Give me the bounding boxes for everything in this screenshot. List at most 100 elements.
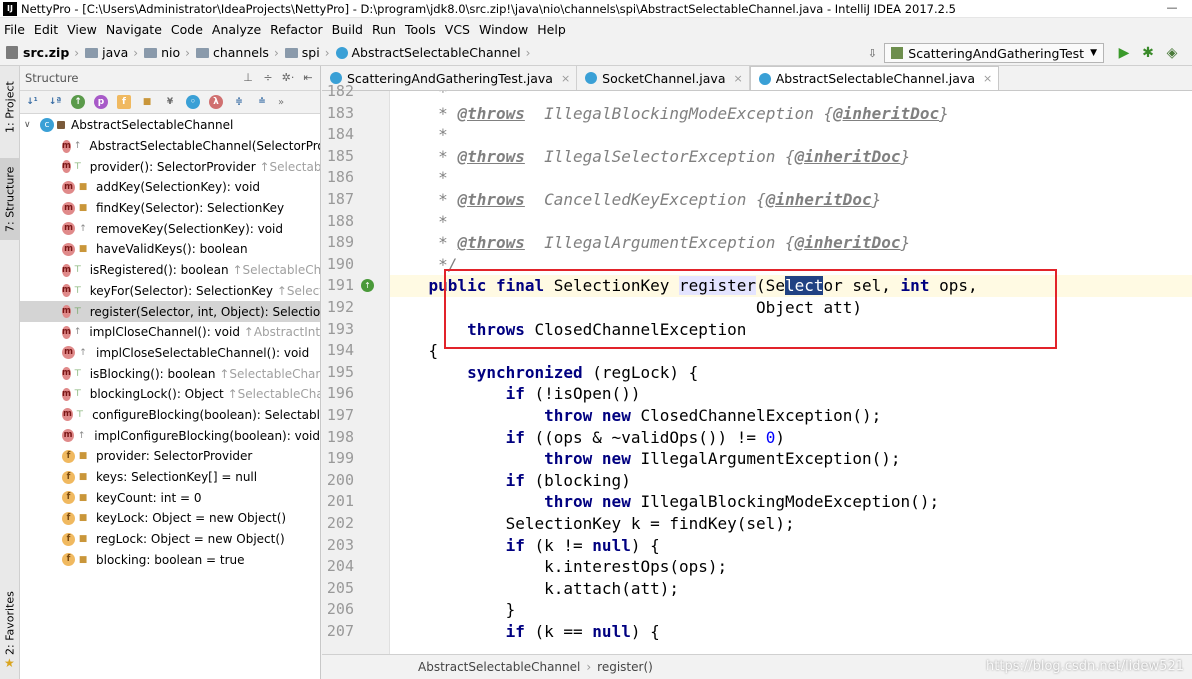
menu-run[interactable]: Run [372, 22, 396, 37]
tree-method-item[interactable]: m⊤ keyFor(Selector): SelectionKey ↑Select… [20, 281, 320, 302]
status-class-crumb[interactable]: AbstractSelectableChannel [418, 660, 580, 674]
editor-tab[interactable]: AbstractSelectableChannel.java × [749, 66, 1000, 90]
menu-window[interactable]: Window [479, 22, 528, 37]
gear-icon[interactable]: ✲· [280, 71, 296, 85]
menu-code[interactable]: Code [171, 22, 203, 37]
code-line[interactable]: */ [390, 254, 1192, 276]
tree-root-class[interactable]: ∨ c AbstractSelectableChannel [20, 115, 320, 136]
more-icon[interactable]: » [278, 97, 284, 108]
code-line[interactable]: throws ClosedChannelException [390, 319, 1192, 341]
code-line[interactable]: * @throws IllegalBlockingModeException {… [390, 103, 1192, 125]
code-line[interactable]: k.interestOps(ops); [390, 556, 1192, 578]
collapse-icon[interactable]: ÷ [260, 71, 276, 85]
show-non-public-icon[interactable]: ■ [140, 95, 154, 109]
tree-method-item[interactable]: m ↑ AbstractSelectableChannel(SelectorProv [20, 136, 320, 157]
menu-tools[interactable]: Tools [405, 22, 436, 37]
code-line[interactable]: SelectionKey k = findKey(sel); [390, 513, 1192, 535]
breadcrumb-src-zip[interactable]: src.zip › [6, 45, 79, 60]
breadcrumb-channels[interactable]: channels › [195, 45, 279, 60]
tree-method-item[interactable]: m ■ addKey(SelectionKey): void [20, 177, 320, 198]
code-line[interactable]: if (!isOpen()) [390, 383, 1192, 405]
menu-vcs[interactable]: VCS [445, 22, 470, 37]
menu-help[interactable]: Help [537, 22, 566, 37]
tree-method-item[interactable]: m ⊤ blockingLock(): Object ↑SelectableChan [20, 384, 320, 405]
tree-field-item[interactable]: f ■ provider: SelectorProvider [20, 446, 320, 467]
code-line[interactable]: * [390, 91, 1192, 103]
menu-analyze[interactable]: Analyze [212, 22, 261, 37]
tree-method-item[interactable]: m ⊤ isBlocking(): boolean ↑SelectableChann [20, 363, 320, 384]
menu-file[interactable]: File [4, 22, 25, 37]
breadcrumb-class[interactable]: AbstractSelectableChannel › [335, 45, 530, 60]
chevron-down-icon[interactable]: ∨ [24, 120, 40, 130]
tree-method-item[interactable]: m ↑ implCloseSelectableChannel(): void [20, 343, 320, 364]
show-lambdas-icon[interactable]: λ [209, 95, 223, 109]
sort-alpha-icon[interactable]: ↓ª [48, 95, 62, 109]
code-line[interactable]: throw new IllegalArgumentException(); [390, 448, 1192, 470]
implements-method-icon[interactable]: ↑ [361, 279, 374, 293]
favorites-tool-tab[interactable]: 2: Favorites [0, 588, 20, 658]
hide-panel-icon[interactable]: ⇤ [300, 71, 316, 85]
code-area[interactable]: * * @throws IllegalBlockingModeException… [390, 91, 1192, 654]
tree-field-item[interactable]: f ■ blocking: boolean = true [20, 549, 320, 570]
code-line[interactable]: * @throws IllegalArgumentException {@inh… [390, 232, 1192, 254]
project-tool-tab[interactable]: 1: Project [0, 74, 20, 140]
code-line[interactable]: k.attach(att); [390, 578, 1192, 600]
minimize-button[interactable]: — [1162, 1, 1182, 15]
tree-field-item[interactable]: f ■ regLock: Object = new Object() [20, 529, 320, 550]
collapse-all-icon[interactable]: ≐ [255, 95, 269, 109]
code-line[interactable]: throw new IllegalBlockingModeException()… [390, 491, 1192, 513]
breadcrumb-java[interactable]: java › [85, 45, 138, 60]
breadcrumb-spi[interactable]: spi › [284, 45, 330, 60]
code-line[interactable]: throw new ClosedChannelException(); [390, 405, 1192, 427]
tree-method-item[interactable]: m ⊤ provider(): SelectorProvider ↑Selectab… [20, 156, 320, 177]
tree-method-item[interactable]: m ■ haveValidKeys(): boolean [20, 239, 320, 260]
close-icon[interactable]: × [983, 72, 992, 85]
run-configuration-select[interactable]: ScatteringAndGatheringTest ▼ [884, 43, 1104, 63]
code-line[interactable]: * [390, 124, 1192, 146]
show-hierarchy-icon[interactable]: ¥ [163, 95, 177, 109]
code-line[interactable]: if (k != null) { [390, 535, 1192, 557]
tree-field-item[interactable]: f ■ keys: SelectionKey[] = null [20, 467, 320, 488]
menu-edit[interactable]: Edit [34, 22, 58, 37]
code-line[interactable]: if ((ops & ~validOps()) != 0) [390, 427, 1192, 449]
tree-method-item[interactable]: m ↑ removeKey(SelectionKey): void [20, 218, 320, 239]
code-line[interactable]: Object att) [390, 297, 1192, 319]
tree-method-item[interactable]: m ⊤ configureBlocking(boolean): Selectabl [20, 405, 320, 426]
tree-field-item[interactable]: f ■ keyCount: int = 0 [20, 487, 320, 508]
editor-tab[interactable]: SocketChannel.java × [577, 66, 750, 90]
code-line[interactable]: if (blocking) [390, 470, 1192, 492]
code-line[interactable]: * [390, 167, 1192, 189]
sort-visibility-icon[interactable]: ↓¹ [25, 95, 39, 109]
menu-build[interactable]: Build [332, 22, 363, 37]
build-icon[interactable]: ⇩ [863, 44, 881, 62]
close-icon[interactable]: × [561, 72, 570, 85]
expand-all-icon[interactable]: ≑ [232, 95, 246, 109]
code-line[interactable]: if (k == null) { [390, 621, 1192, 643]
tree-field-item[interactable]: f ■ keyLock: Object = new Object() [20, 508, 320, 529]
close-icon[interactable]: × [734, 72, 743, 85]
show-fields-icon[interactable]: f [117, 95, 131, 109]
structure-tool-tab[interactable]: 7: Structure [0, 158, 20, 240]
code-line[interactable]: * @throws IllegalSelectorException {@inh… [390, 146, 1192, 168]
run-icon[interactable]: ▶ [1115, 44, 1133, 62]
tree-method-item[interactable]: m ↑ implConfigureBlocking(boolean): void [20, 425, 320, 446]
code-line[interactable]: * @throws CancelledKeyException {@inheri… [390, 189, 1192, 211]
coverage-icon[interactable]: ◈ [1163, 44, 1181, 62]
tree-method-item[interactable]: m↑ implCloseChannel(): void ↑AbstractInte… [20, 322, 320, 343]
show-properties-icon[interactable]: p [94, 95, 108, 109]
menu-view[interactable]: View [67, 22, 97, 37]
code-line[interactable]: } [390, 599, 1192, 621]
editor-tab[interactable]: ScatteringAndGatheringTest.java × [322, 66, 578, 90]
tree-method-item[interactable]: m ⊤ register(Selector, int, Object): Selec… [20, 301, 320, 322]
menu-navigate[interactable]: Navigate [106, 22, 162, 37]
show-anonymous-icon[interactable]: ◦ [186, 95, 200, 109]
autoscroll-icon[interactable]: ⊥ [240, 71, 256, 85]
code-line[interactable]: * [390, 211, 1192, 233]
status-method-crumb[interactable]: register() [597, 660, 653, 674]
code-line[interactable]: public final SelectionKey register(Selec… [390, 275, 1192, 297]
code-line[interactable]: synchronized (regLock) { [390, 362, 1192, 384]
tree-method-item[interactable]: m ■ findKey(Selector): SelectionKey [20, 198, 320, 219]
menu-refactor[interactable]: Refactor [270, 22, 322, 37]
tree-method-item[interactable]: m⊤ isRegistered(): boolean ↑SelectableCha… [20, 260, 320, 281]
breadcrumb-nio[interactable]: nio › [144, 45, 190, 60]
